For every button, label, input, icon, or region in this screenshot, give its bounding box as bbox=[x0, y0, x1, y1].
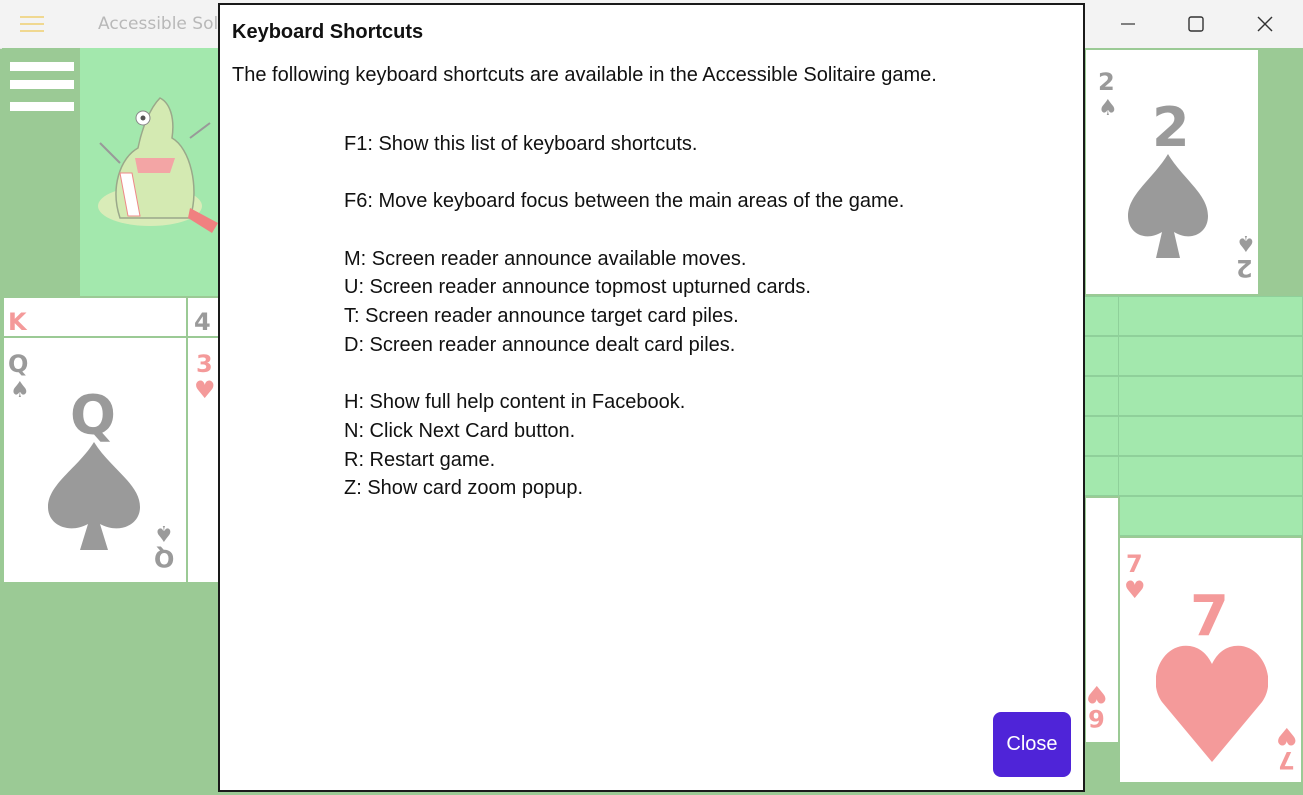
upturned-card-q-spades[interactable]: Q ♠ Q ♠ Q bbox=[2, 336, 188, 584]
spade-icon bbox=[1128, 154, 1208, 258]
spade-icon: ♠ bbox=[10, 378, 30, 403]
spade-icon: ♠ bbox=[1098, 96, 1118, 121]
spade-icon bbox=[48, 442, 140, 550]
target-pile[interactable] bbox=[1084, 376, 1120, 416]
face-down-card-k[interactable]: K bbox=[2, 296, 188, 338]
shortcut-n: N: Click Next Card button. bbox=[344, 419, 576, 442]
card-rank: 7 bbox=[1278, 746, 1295, 774]
upturned-card-6-hearts[interactable]: ♥ 6 bbox=[1084, 496, 1120, 744]
shortcut-f1: F1: Show this list of keyboard shortcuts… bbox=[344, 133, 698, 155]
card-rank: Q bbox=[8, 350, 29, 378]
target-pile[interactable] bbox=[1118, 456, 1303, 496]
hamburger-bar bbox=[10, 80, 74, 89]
shortcut-z: Z: Show card zoom popup. bbox=[344, 477, 584, 500]
close-button[interactable]: Close bbox=[993, 712, 1071, 777]
dialog-intro-text: The following keyboard shortcuts are ava… bbox=[232, 64, 937, 86]
minimize-button[interactable] bbox=[1094, 0, 1162, 48]
target-pile[interactable] bbox=[1118, 296, 1303, 336]
shortcut-t: T: Screen reader announce target card pi… bbox=[344, 305, 739, 328]
shortcut-f6: F6: Move keyboard focus between the main… bbox=[344, 190, 905, 213]
card-rank-large: 7 bbox=[1190, 584, 1229, 649]
close-icon bbox=[1257, 16, 1273, 32]
heart-icon bbox=[1156, 645, 1268, 762]
card-rank: Q bbox=[154, 544, 175, 572]
shortcut-list: F1: Show this list of keyboard shortcuts… bbox=[344, 130, 1044, 503]
spade-icon: ♠ bbox=[154, 520, 174, 545]
target-pile[interactable] bbox=[1118, 416, 1303, 456]
upturned-card-7-hearts[interactable]: 7 ♥ 7 ♥ 7 bbox=[1118, 536, 1303, 784]
target-pile[interactable] bbox=[1084, 416, 1120, 456]
target-pile[interactable] bbox=[1084, 336, 1120, 376]
card-rank: K bbox=[8, 308, 27, 336]
heart-icon: ♥ bbox=[194, 376, 216, 404]
board-edge bbox=[1260, 48, 1303, 296]
minimize-icon bbox=[1121, 23, 1135, 25]
close-window-button[interactable] bbox=[1231, 0, 1299, 48]
target-pile[interactable] bbox=[1084, 296, 1120, 336]
hamburger-bar bbox=[10, 62, 74, 71]
shortcut-h: H: Show full help content in Facebook. bbox=[344, 391, 686, 414]
target-pile[interactable] bbox=[1118, 336, 1303, 376]
dialog-title: Keyboard Shortcuts bbox=[232, 21, 424, 43]
spade-icon: ♠ bbox=[1236, 230, 1256, 255]
dragon-mascot-image bbox=[98, 97, 218, 233]
maximize-icon bbox=[1188, 16, 1204, 32]
card-rank: 6 bbox=[1088, 704, 1105, 732]
shortcut-r: R: Restart game. bbox=[344, 448, 496, 471]
dragon-mascot-area bbox=[80, 48, 220, 296]
card-rank: 3 bbox=[196, 350, 213, 378]
shortcut-d: D: Screen reader announce dealt card pil… bbox=[344, 333, 736, 356]
shortcut-m: M: Screen reader announce available move… bbox=[344, 247, 747, 270]
maximize-button[interactable] bbox=[1162, 0, 1230, 48]
shortcut-u: U: Screen reader announce topmost upturn… bbox=[344, 276, 811, 299]
card-rank: 4 bbox=[194, 308, 211, 336]
window-title: Accessible Soli bbox=[98, 14, 223, 34]
hamburger-bar bbox=[10, 102, 74, 111]
app-menu-icon[interactable] bbox=[20, 16, 44, 32]
card-rank-large: Q bbox=[70, 384, 116, 447]
heart-icon: ♥ bbox=[1124, 576, 1146, 604]
card-rank: 7 bbox=[1126, 550, 1143, 578]
card-rank-large: 2 bbox=[1152, 96, 1190, 159]
card-rank: 2 bbox=[1098, 68, 1115, 96]
upturned-card-2-spades[interactable]: 2 ♠ 2 ♠ 2 bbox=[1084, 48, 1260, 296]
target-pile[interactable] bbox=[1118, 496, 1303, 536]
target-pile[interactable] bbox=[1084, 456, 1120, 496]
target-pile[interactable] bbox=[1118, 376, 1303, 416]
keyboard-shortcuts-dialog: Keyboard Shortcuts The following keyboar… bbox=[218, 3, 1085, 792]
card-rank: 2 bbox=[1236, 254, 1253, 282]
